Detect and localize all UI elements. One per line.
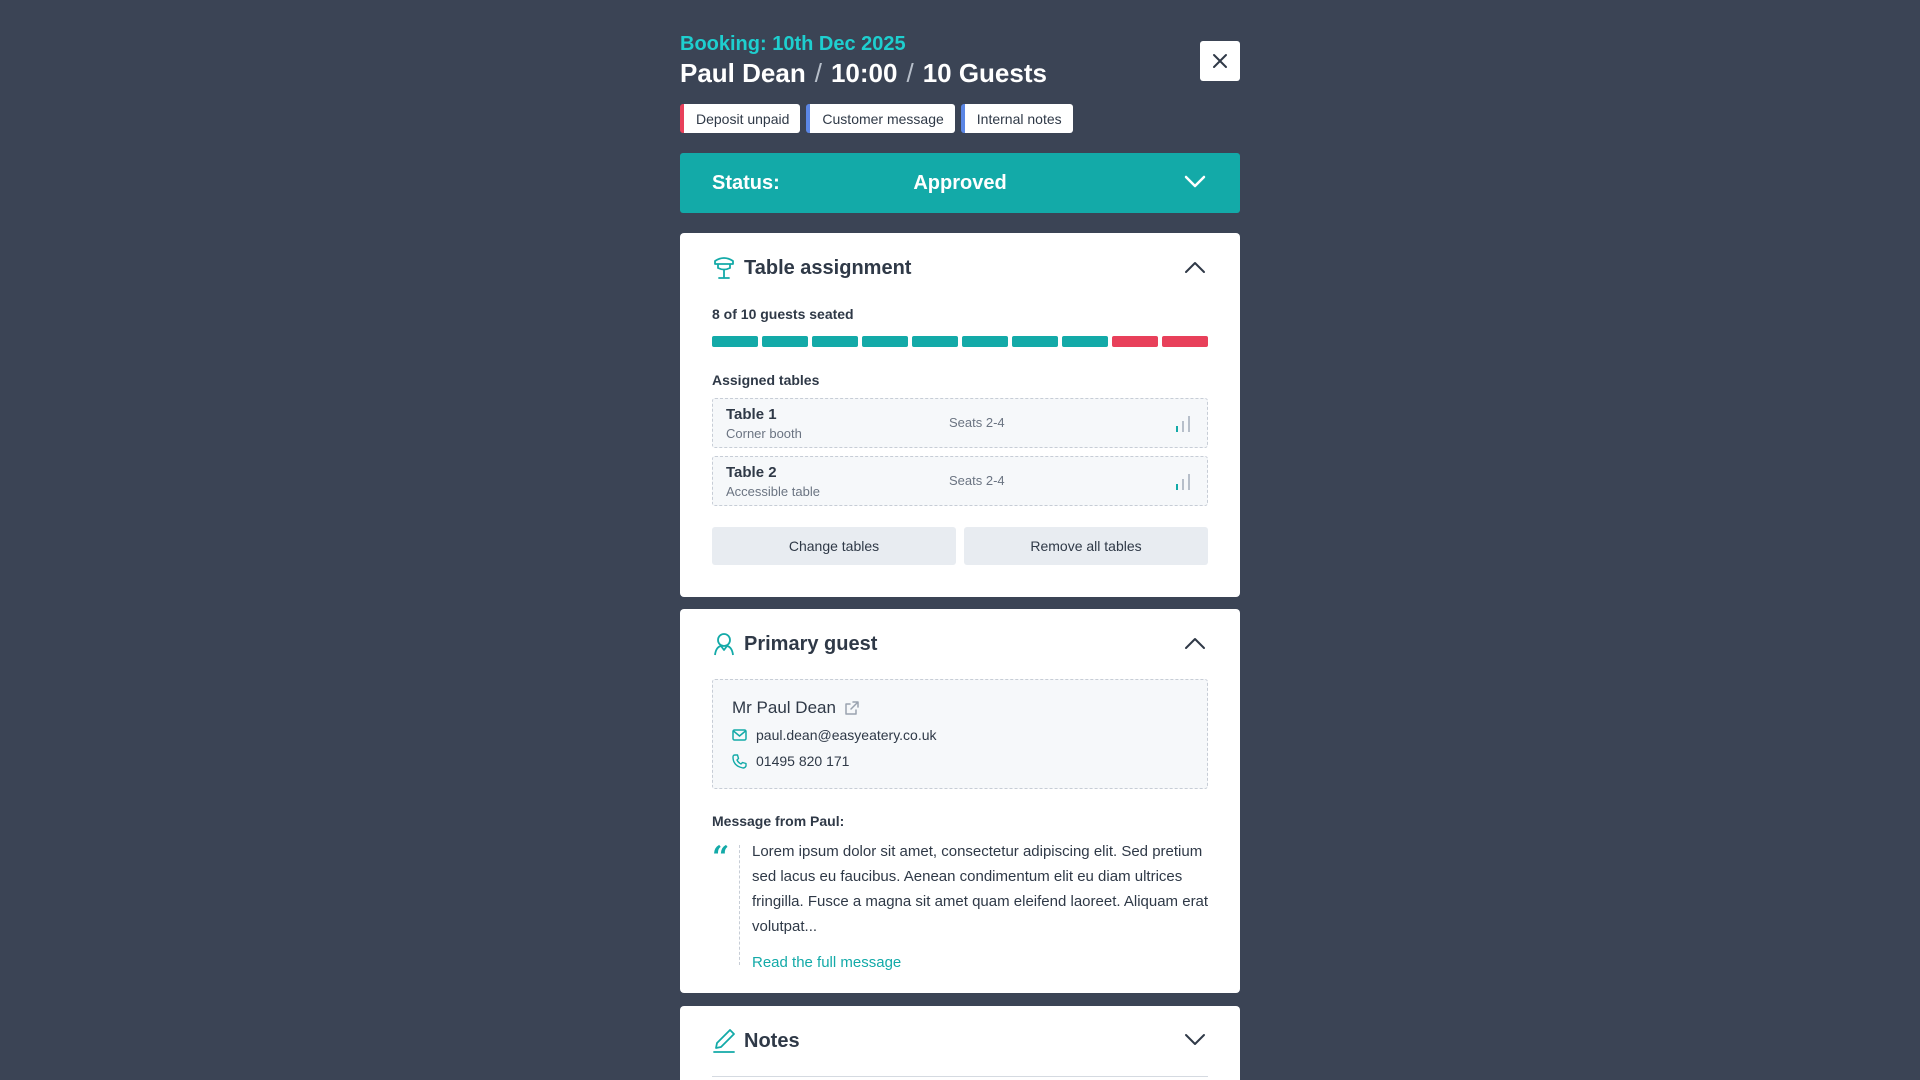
phone-icon [732, 753, 747, 769]
table-row[interactable]: Table 1 Corner booth Seats 2-4 [712, 398, 1208, 448]
booking-tags: Deposit unpaid Customer message Internal… [680, 104, 1073, 133]
notes-header[interactable]: Notes [712, 1006, 1208, 1076]
seat-filled [1062, 336, 1108, 347]
table-name: Table 1 [726, 406, 777, 423]
quote-icon: “ [712, 840, 730, 875]
assigned-tables-label: Assigned tables [712, 372, 820, 388]
chevron-up-icon [1185, 638, 1205, 649]
seat-filled [962, 336, 1008, 347]
tag-customer-message[interactable]: Customer message [806, 104, 955, 133]
guest-message: Lorem ipsum dolor sit amet, consectetur … [752, 843, 1209, 935]
message-label: Message from Paul: [712, 813, 845, 829]
signal-bars-icon [1176, 416, 1190, 432]
external-link-icon[interactable] [844, 700, 860, 716]
table-lamp-icon [714, 257, 734, 279]
remove-all-tables-button[interactable]: Remove all tables [964, 527, 1208, 565]
booking-title: Paul Dean / 10:00 / 10 Guests [680, 58, 1047, 89]
person-icon [714, 633, 734, 656]
status-value: Approved [913, 171, 1007, 194]
quote-divider [739, 845, 740, 965]
table-seats: Seats 2-4 [949, 415, 1005, 430]
guests-seated-text: 8 of 10 guests seated [712, 306, 854, 322]
envelope-icon [732, 729, 747, 741]
seat-empty [1112, 336, 1158, 347]
seat-filled [912, 336, 958, 347]
close-icon [1213, 54, 1227, 68]
signal-bars-icon [1176, 474, 1190, 490]
tag-deposit-unpaid[interactable]: Deposit unpaid [680, 104, 801, 133]
seat-filled [1012, 336, 1058, 347]
title-separator: / [814, 58, 822, 88]
notes-card: Notes [680, 1006, 1240, 1080]
notes-content-edge [712, 1076, 1208, 1080]
guest-name-text: Mr Paul Dean [732, 698, 836, 717]
pen-icon [713, 1029, 735, 1053]
guest-name: Paul Dean [680, 58, 806, 88]
guest-full-name[interactable]: Mr Paul Dean [732, 698, 860, 718]
seat-filled [762, 336, 808, 347]
table-row[interactable]: Table 2 Accessible table Seats 2-4 [712, 456, 1208, 506]
primary-guest-card: Primary guest Mr Paul Dean paul.dean@eas… [680, 609, 1240, 993]
notes-title: Notes [744, 1029, 800, 1052]
guest-details-box: Mr Paul Dean paul.dean@easyeatery.co.uk … [712, 679, 1208, 789]
table-name: Table 2 [726, 464, 777, 481]
seat-filled [712, 336, 758, 347]
table-assignment-title: Table assignment [744, 256, 912, 279]
table-seats: Seats 2-4 [949, 473, 1005, 488]
guest-count: 10 Guests [922, 58, 1047, 88]
table-assignment-card: Table assignment 8 of 10 guests seated A… [680, 233, 1240, 597]
table-description: Accessible table [726, 484, 820, 499]
chevron-up-icon [1185, 262, 1205, 273]
seat-filled [862, 336, 908, 347]
seat-filled [812, 336, 858, 347]
table-description: Corner booth [726, 426, 802, 441]
table-assignment-header[interactable]: Table assignment [712, 233, 1208, 303]
seat-empty [1162, 336, 1208, 347]
status-dropdown[interactable]: Status: Approved [680, 153, 1240, 213]
change-tables-button[interactable]: Change tables [712, 527, 956, 565]
guest-email[interactable]: paul.dean@easyeatery.co.uk [732, 727, 937, 743]
guest-email-text: paul.dean@easyeatery.co.uk [756, 727, 937, 743]
booking-time: 10:00 [830, 58, 898, 88]
booking-date: Booking: 10th Dec 2025 [680, 33, 906, 55]
primary-guest-header[interactable]: Primary guest [712, 609, 1208, 679]
tag-internal-notes[interactable]: Internal notes [960, 104, 1073, 133]
read-full-message-link[interactable]: Read the full message [752, 954, 901, 971]
chevron-down-icon [1184, 175, 1206, 188]
chevron-down-icon [1185, 1034, 1205, 1045]
guest-phone[interactable]: 01495 820 171 [732, 753, 849, 769]
guest-phone-text: 01495 820 171 [756, 753, 850, 769]
seating-progress-bar [712, 336, 1208, 347]
close-button[interactable] [1200, 41, 1240, 81]
title-separator: / [906, 58, 914, 88]
primary-guest-title: Primary guest [744, 632, 878, 655]
